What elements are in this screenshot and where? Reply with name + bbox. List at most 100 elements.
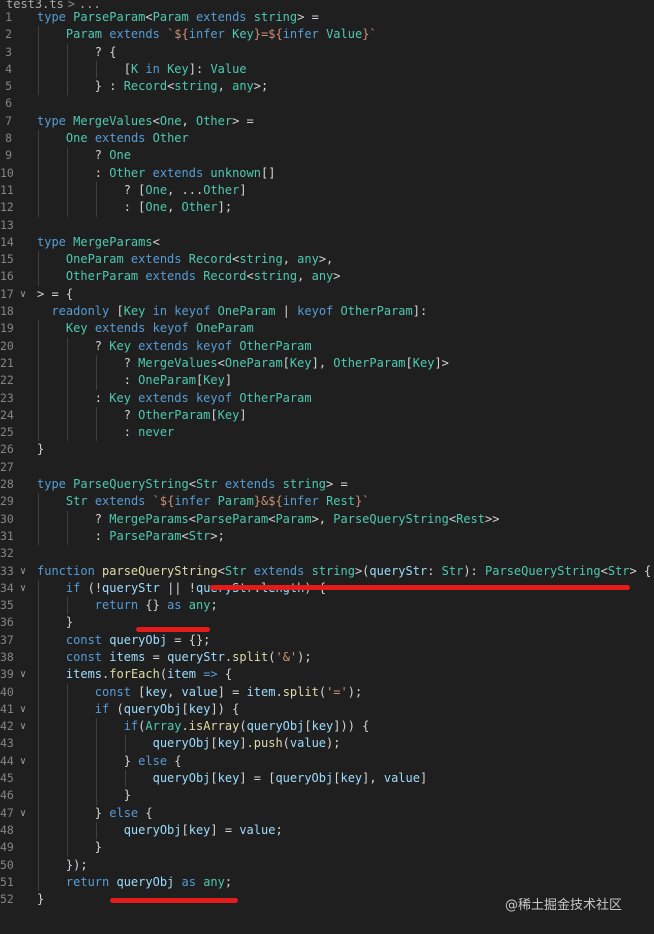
line-code: Key extends keyof OneParam: [37, 320, 254, 337]
line-code: }: [37, 614, 73, 631]
function-token: parseQueryString: [102, 563, 218, 578]
variable-token: queryObj: [123, 701, 182, 716]
code-line[interactable]: 16 OtherParam extends Record<string, any…: [0, 268, 654, 286]
code-line[interactable]: 14 type MergeParams<: [0, 234, 654, 251]
code-line[interactable]: 27: [0, 459, 654, 476]
keyword-token: extends: [87, 131, 153, 146]
punctuation-token: > {: [629, 563, 652, 578]
code-line[interactable]: 15 OneParam extends Record<string, any>,: [0, 251, 654, 269]
code-line[interactable]: 12 : [One, Other];: [0, 199, 654, 217]
code-line[interactable]: 13: [0, 217, 654, 234]
code-line[interactable]: 51 return queryObj as any;: [0, 873, 654, 892]
code-line[interactable]: 20 ? Key extends keyof OtherParam: [0, 337, 654, 355]
code-line[interactable]: 47 ∨ } else {: [0, 804, 654, 822]
code-line[interactable]: 35 return {} as any;: [0, 597, 654, 615]
code-line[interactable]: 37 const queryObj = {};: [0, 631, 654, 649]
punctuation-token: = {};: [167, 632, 211, 647]
code-line[interactable]: 17 ∨ > = {: [0, 286, 654, 303]
punctuation-token: ]: [239, 182, 247, 197]
line-number: 17: [0, 286, 14, 301]
code-line[interactable]: 31 : ParseParam<Str>;: [0, 527, 654, 546]
code-line[interactable]: 44 ∨ } else {: [0, 752, 654, 771]
punctuation-token: |: [275, 304, 298, 319]
code-line[interactable]: 28 type ParseQueryString<Str extends stri…: [0, 476, 654, 493]
line-code: : OneParam[Key]: [37, 372, 232, 389]
code-line[interactable]: 36 }: [0, 614, 654, 632]
code-line[interactable]: 3 ? {: [0, 43, 654, 61]
punctuation-token: });: [65, 857, 88, 872]
code-line[interactable]: 42 ∨ if(Array.isArray(queryObj[key])) {: [0, 718, 654, 736]
code-line[interactable]: 45 queryObj[key] = [queryObj[key], value…: [0, 770, 654, 788]
code-line[interactable]: 2 Param extends `${infer Key}=${infer Va…: [0, 26, 654, 44]
type-token: Value: [326, 27, 363, 42]
code-line[interactable]: 33 ∨ function parseQueryString<Str extends…: [0, 563, 654, 580]
code-line[interactable]: 19 Key extends keyof OneParam: [0, 320, 654, 338]
variable-token: item: [246, 684, 276, 699]
punctuation-token: ?: [94, 148, 110, 163]
code-line[interactable]: 41 ∨ if (queryObj[key]) {: [0, 700, 654, 719]
code-line[interactable]: 22 : OneParam[Key]: [0, 372, 654, 390]
type-token: ParseParam: [109, 528, 182, 543]
breadcrumb-more[interactable]: ...: [79, 0, 101, 9]
line-code: Param extends `${infer Key}=${infer Valu…: [37, 26, 377, 43]
code-line[interactable]: 9 ? One: [0, 147, 654, 165]
type-token: OneParam: [195, 321, 254, 336]
code-line[interactable]: 39 ∨ items.forEach(item => {: [0, 666, 654, 684]
code-line[interactable]: 38 const items = queryStr.split('&');: [0, 648, 654, 667]
code-line[interactable]: 30 ? MergeParams<ParseParam<Param>, Pars…: [0, 510, 654, 528]
fold-chevron-icon[interactable]: ∨: [18, 286, 28, 303]
fold-chevron-icon[interactable]: ∨: [18, 580, 28, 597]
code-editor[interactable]: 1 type ParseParam<Param extends string> =…: [0, 9, 654, 908]
code-line[interactable]: 48 queryObj[key] = value;: [0, 821, 654, 840]
punctuation-token: ? [: [123, 182, 146, 197]
code-line[interactable]: 50 });: [0, 856, 654, 874]
line-number: 32: [0, 546, 14, 561]
punctuation-token: (: [159, 667, 168, 682]
code-line[interactable]: 10 : Other extends unknown[]: [0, 164, 654, 182]
punctuation-token: [: [181, 701, 189, 716]
punctuation-token: > = {: [37, 286, 74, 301]
type-token: ParseQueryString: [73, 477, 189, 492]
code-line[interactable]: 11 ? [One, ...Other]: [0, 181, 654, 200]
fold-chevron-icon[interactable]: ∨: [18, 753, 28, 770]
variable-token: queryStr: [369, 563, 428, 578]
fold-chevron-icon[interactable]: ∨: [18, 805, 28, 822]
line-code: ? OtherParam[Key]: [37, 407, 247, 424]
code-line[interactable]: 32: [0, 545, 654, 562]
fold-chevron-icon[interactable]: ∨: [18, 701, 28, 718]
type-token: Str: [224, 563, 247, 578]
code-line[interactable]: 21 ? MergeValues<OneParam[Key], OtherPar…: [0, 354, 654, 373]
code-line[interactable]: 26}: [0, 441, 654, 458]
code-line[interactable]: 46 }: [0, 787, 654, 805]
keyword-token: return: [65, 874, 117, 889]
line-number: 37: [0, 632, 14, 647]
code-line[interactable]: 4 [K in Key]: Value: [0, 60, 654, 79]
variable-token: queryObj: [152, 736, 211, 751]
line-number: 12: [0, 200, 14, 215]
fold-chevron-icon[interactable]: ∨: [18, 666, 28, 683]
code-line[interactable]: 1 type ParseParam<Param extends string> =: [0, 9, 654, 26]
code-line[interactable]: 6: [0, 95, 654, 112]
fold-chevron-icon[interactable]: ∨: [18, 563, 28, 580]
keyword-token: else: [138, 753, 175, 768]
punctuation-token: ?: [123, 407, 139, 422]
code-line[interactable]: 49 }: [0, 839, 654, 857]
fold-chevron-icon[interactable]: ∨: [18, 718, 28, 735]
code-line[interactable]: 8 One extends Other: [0, 130, 654, 148]
punctuation-token: ,: [181, 113, 196, 128]
code-line[interactable]: 24 ? OtherParam[Key]: [0, 406, 654, 425]
code-line[interactable]: 40 const [key, value] = item.split('=');: [0, 683, 654, 701]
code-line[interactable]: 43 queryObj[key].push(value);: [0, 735, 654, 753]
code-line[interactable]: 23 : Key extends keyof OtherParam: [0, 389, 654, 407]
line-code: if(Array.isArray(queryObj[key])) {: [37, 718, 370, 735]
line-code: type MergeParams<: [37, 234, 160, 251]
code-line[interactable]: 25 : never: [0, 424, 654, 442]
code-line[interactable]: 18 readonly [Key in keyof OneParam | key…: [0, 303, 654, 320]
code-line[interactable]: 7 type MergeValues<One, Other> =: [0, 113, 654, 130]
breadcrumb-file[interactable]: test3.ts: [6, 0, 64, 9]
line-number: 18: [0, 304, 14, 319]
line-code: ? [One, ...Other]: [37, 182, 247, 199]
code-line[interactable]: 5 } : Record<string, any>;: [0, 78, 654, 96]
punctuation-token: .: [181, 719, 189, 734]
code-line[interactable]: 29 Str extends `${infer Param}&${infer R…: [0, 493, 654, 511]
